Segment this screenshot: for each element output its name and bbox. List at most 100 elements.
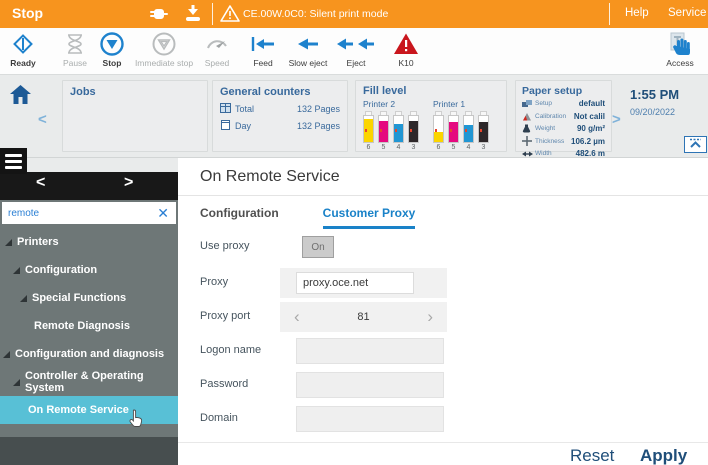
menu-hamburger-button[interactable]	[0, 148, 27, 174]
printer-2-group: Printer 2 6 5 4 3	[363, 99, 419, 151]
hand-cursor-icon	[128, 408, 145, 431]
topbar-divider	[212, 3, 213, 25]
tree-item-remote-diagnosis[interactable]: Remote Diagnosis	[0, 312, 178, 340]
password-input[interactable]	[296, 372, 444, 398]
printer-1-group: Printer 1 6 5 4 3	[433, 99, 489, 151]
nav-forward-button[interactable]: >	[124, 174, 133, 192]
speed-button[interactable]: Speed	[196, 31, 238, 68]
access-button[interactable]: Access	[658, 31, 702, 68]
counters-title: General counters	[220, 86, 340, 98]
home-icon[interactable]	[8, 83, 33, 111]
fill-level-title: Fill level	[363, 85, 499, 97]
domain-input[interactable]	[296, 406, 444, 432]
help-button[interactable]: Help	[625, 7, 649, 19]
use-proxy-label: Use proxy	[200, 240, 250, 252]
paper-setup-title: Paper setup	[522, 85, 605, 97]
ready-button[interactable]: Ready	[0, 31, 46, 68]
ink-bottle-cyan: 4	[393, 111, 404, 151]
clear-search-icon[interactable]: ✕	[150, 205, 176, 222]
expand-triangle-icon	[13, 267, 20, 274]
fill-level-card[interactable]: Fill level Printer 2 6 5 4 3 Printer 1 6	[355, 80, 507, 152]
weight-icon	[522, 124, 533, 133]
dashboard-collapse-button[interactable]	[684, 136, 707, 153]
port-increment-button[interactable]: ›	[413, 307, 447, 327]
tree-item-special-functions[interactable]: Special Functions	[0, 284, 178, 312]
nav-back-button[interactable]: <	[36, 174, 45, 192]
immediate-stop-icon	[128, 31, 200, 57]
clock-panel: 1:55 PM 09/20/2022	[630, 87, 679, 117]
day-counter-icon	[220, 120, 231, 132]
dashboard-scroll-left[interactable]: <	[38, 111, 47, 128]
general-counters-card[interactable]: General counters Total 132 Pages Day 132…	[212, 80, 348, 152]
expand-triangle-icon	[13, 379, 20, 386]
reset-button[interactable]: Reset	[570, 446, 614, 465]
dashboard-scroll-right[interactable]: >	[612, 111, 621, 128]
jobs-card[interactable]: Jobs	[62, 80, 208, 152]
tab-configuration[interactable]: Configuration	[200, 206, 279, 229]
password-label: Password	[200, 378, 248, 390]
tree-item-printers[interactable]: Printers	[0, 228, 178, 256]
paper-setup-card[interactable]: Paper setup Setup default Calibration No…	[515, 80, 612, 152]
ink-bottle-magenta: 5	[378, 111, 389, 151]
ink-bottle-magenta: 5	[448, 111, 459, 151]
setup-icon	[522, 100, 533, 108]
apply-button[interactable]: Apply	[640, 446, 687, 465]
tree-item-controller-operating-system[interactable]: Controller & Operating System	[0, 368, 178, 396]
tree-item-on-remote-service[interactable]: On Remote Service	[0, 396, 178, 424]
immediate-stop-button[interactable]: Immediate stop	[128, 31, 200, 68]
eject-icon	[334, 31, 378, 57]
counter-row-total: Total 132 Pages	[220, 103, 340, 115]
ready-icon	[0, 31, 46, 57]
counter-label: Total	[235, 104, 254, 114]
machine-toolbar: Ready Pause Stop Immediate stop Speed	[0, 28, 708, 75]
tree-item-configuration-and-diagnosis[interactable]: Configuration and diagnosis	[0, 340, 178, 368]
proxy-port-value: 81	[314, 311, 414, 323]
jobs-title: Jobs	[70, 86, 200, 98]
proxy-input[interactable]	[296, 272, 414, 294]
logon-name-input[interactable]	[296, 338, 444, 364]
use-proxy-toggle[interactable]: On	[302, 236, 334, 258]
clock-time: 1:55 PM	[630, 87, 679, 102]
navigation-sidebar: < > ✕ Printers Configuration Special Fun…	[0, 158, 178, 465]
paper-row-calibration: Calibration Not calil	[522, 111, 605, 123]
feed-button[interactable]: Feed	[244, 31, 282, 68]
eject-button[interactable]: Eject	[334, 31, 378, 68]
customer-proxy-form: Use proxy On Proxy Proxy port ‹ 81 › Log…	[200, 236, 686, 442]
stop-icon	[92, 31, 132, 57]
hamburger-icon	[5, 154, 22, 157]
clock-date: 09/20/2022	[630, 107, 679, 117]
warning-triangle-icon	[220, 4, 240, 29]
search-input[interactable]	[2, 208, 150, 219]
slow-eject-button[interactable]: Slow eject	[284, 31, 332, 68]
domain-label: Domain	[200, 412, 238, 424]
ink-bottle-cyan: 4	[463, 111, 474, 151]
sidebar-search-box: ✕	[2, 202, 176, 224]
dashboard-strip: < Jobs General counters Total 132 Pages …	[0, 75, 708, 158]
ink-bottle-black: 3	[478, 111, 489, 151]
footer-separator	[178, 442, 708, 443]
navigation-tree: Printers Configuration Special Functions…	[0, 228, 178, 424]
service-button[interactable]: Service	[668, 7, 706, 19]
machine-status: Stop	[12, 5, 43, 21]
counter-value: 132 Pages	[297, 121, 340, 131]
tab-customer-proxy[interactable]: Customer Proxy	[323, 206, 416, 229]
k10-alert-button[interactable]: K10	[386, 31, 426, 68]
counter-label: Day	[235, 121, 251, 131]
title-separator	[178, 195, 708, 196]
expand-triangle-icon	[3, 351, 10, 358]
port-decrement-button[interactable]: ‹	[280, 307, 314, 327]
tree-item-configuration[interactable]: Configuration	[0, 256, 178, 284]
alert-message: CE.00W.0C0: Silent print mode	[243, 8, 388, 20]
access-icon	[658, 31, 702, 57]
ink-bottle-yellow: 6	[363, 111, 374, 151]
stop-button[interactable]: Stop	[92, 31, 132, 68]
output-tray-icon	[182, 4, 204, 29]
topbar-divider-right	[609, 3, 610, 25]
total-counter-icon	[220, 103, 231, 115]
proxy-port-label: Proxy port	[200, 310, 250, 322]
width-icon	[522, 150, 533, 158]
feed-icon	[244, 31, 282, 57]
paper-row-weight: Weight 90 g/m²	[522, 123, 605, 135]
top-status-bar: Stop CE.00W.0C0: Silent print mode Help …	[0, 0, 708, 28]
paper-row-thickness: Thickness 106.2 µm	[522, 136, 605, 148]
